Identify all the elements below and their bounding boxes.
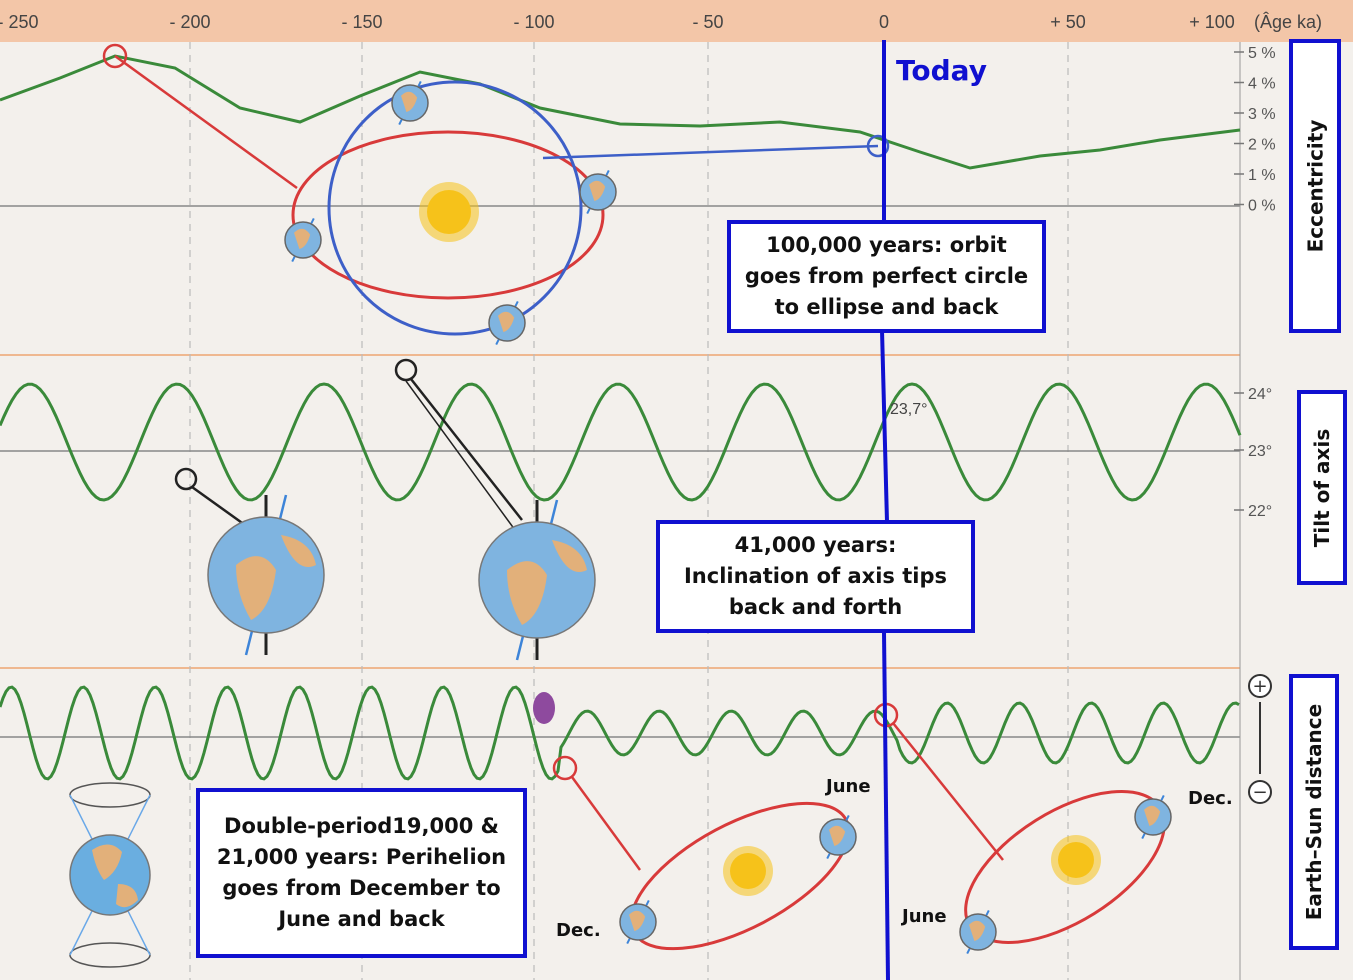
current-tilt-value: 23,7° — [890, 401, 928, 418]
time-tick-label: + 100 — [1189, 12, 1235, 32]
precession-curve — [0, 685, 1240, 781]
precession-info-box: Double-period19,000 & 21,000 years: Peri… — [196, 788, 527, 958]
perihelion-highlight — [533, 692, 555, 724]
distance-panel-label-text: Earth–Sun distance — [1302, 703, 1326, 921]
time-tick-label: - 200 — [169, 12, 210, 32]
time-tick-label: - 100 — [513, 12, 554, 32]
eccentricity-tick-label: 3 % — [1248, 106, 1276, 123]
time-tick-label: + 50 — [1050, 12, 1086, 32]
ecc-max-connector — [114, 54, 298, 190]
tilt-panel-label-text: Tilt of axis — [1310, 428, 1334, 547]
tilt-max-connector-b — [405, 380, 516, 531]
eccentricity-tick-label: 4 % — [1248, 76, 1276, 93]
prec-past-connector — [570, 776, 642, 871]
tilt-tick-label: 24° — [1248, 386, 1272, 403]
time-axis-unit: (Âge ka) — [1254, 12, 1322, 32]
eccentricity-panel-label-text: Eccentricity — [1303, 119, 1328, 253]
eccentricity-curve — [0, 54, 1241, 170]
eccentricity-tick-label: 2 % — [1248, 137, 1276, 154]
tilt-min-marker — [174, 467, 198, 491]
earth-icon — [391, 80, 429, 126]
eccentricity-info-text: 100,000 years: orbit goes from perfect c… — [744, 233, 1029, 319]
prec-today-connector — [892, 722, 1004, 861]
svg-text:−: − — [1252, 782, 1267, 803]
time-tick-label: - 150 — [341, 12, 382, 32]
earth-icon — [619, 899, 657, 945]
earth-icon — [1134, 794, 1172, 840]
tilted-earth-icon — [207, 494, 325, 656]
today-label: Today — [896, 54, 987, 87]
precession-info-text: Double-period19,000 & 21,000 years: Peri… — [216, 814, 507, 931]
plus-icon: + — [1248, 674, 1272, 698]
sun-icon — [419, 182, 479, 242]
tilt-max-marker — [394, 358, 418, 382]
tilt-info-box: 41,000 years: Inclination of axis tips b… — [656, 520, 975, 633]
eccentricity-tick-label: 0 % — [1248, 198, 1276, 215]
distance-panel-label: Earth–Sun distance — [1289, 674, 1339, 950]
eccentricity-tick-label: 5 % — [1248, 45, 1276, 62]
earth-icon — [819, 814, 857, 860]
sun-icon — [723, 846, 773, 896]
orbit-label-left-dec: Dec. — [556, 920, 601, 941]
sun-icon — [1051, 835, 1101, 885]
tilt-curve — [0, 382, 1242, 502]
eccentricity-panel-label: Eccentricity — [1289, 39, 1341, 333]
eccentricity-tick-label: 1 % — [1248, 167, 1276, 184]
today-line-middle — [880, 329, 889, 523]
earth-icon — [284, 217, 322, 263]
today-line-bottom — [882, 631, 890, 980]
svg-text:+: + — [1252, 676, 1267, 697]
time-tick-label: 0 — [879, 12, 889, 32]
time-tick-label: - 50 — [692, 12, 723, 32]
tilt-info-text: 41,000 years: Inclination of axis tips b… — [683, 533, 948, 619]
precession-earth-icon — [69, 782, 151, 968]
tilt-panel-label: Tilt of axis — [1297, 390, 1347, 585]
orbit-label-right-dec: Dec. — [1188, 788, 1233, 809]
orbit-label-right-june: June — [902, 906, 947, 927]
time-tick-label: - 250 — [0, 12, 39, 32]
tilt-tick-label: 22° — [1248, 503, 1272, 520]
ecc-today-connector — [542, 144, 879, 160]
eccentricity-info-box: 100,000 years: orbit goes from perfect c… — [727, 220, 1046, 333]
minus-icon: − — [1248, 780, 1272, 804]
orbit-label-left-june: June — [826, 776, 871, 797]
tilted-earth-icon — [478, 499, 596, 661]
tilt-tick-label: 23° — [1248, 443, 1272, 460]
earth-icon — [488, 300, 526, 346]
tilt-max-connector-a — [410, 378, 523, 521]
